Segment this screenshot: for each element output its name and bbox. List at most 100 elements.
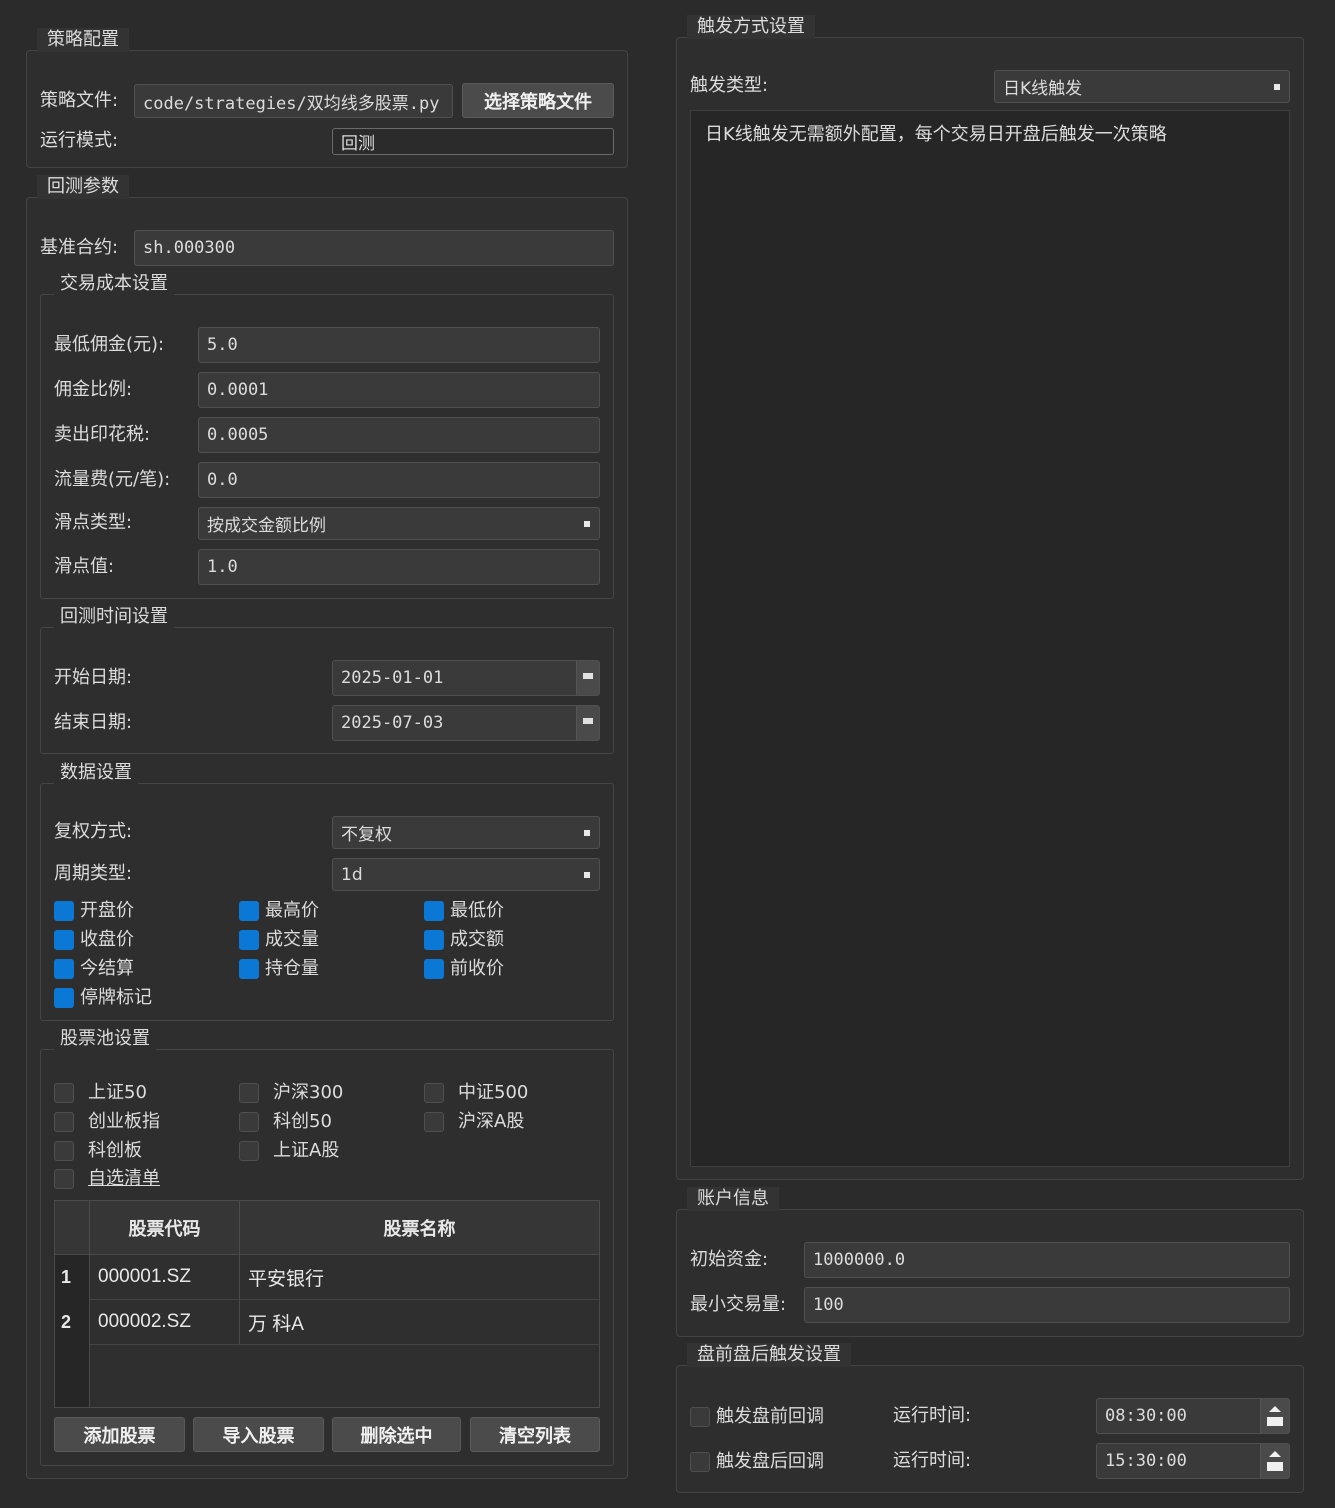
pool-checkbox[interactable]: 科创50 bbox=[239, 1110, 332, 1134]
post-market-checkbox[interactable]: 触发盘后回调 bbox=[690, 1450, 824, 1474]
run-mode-field[interactable]: 回测 bbox=[332, 128, 614, 155]
stock-table[interactable]: 股票代码 股票名称 1 000001.SZ 平安银行 2 000002.SZ 万… bbox=[54, 1200, 600, 1408]
clear-list-button[interactable]: 清空列表 bbox=[470, 1417, 600, 1452]
slippage-type-combobox[interactable]: 按成交金额比例 bbox=[198, 507, 600, 540]
pre-run-time-label: 运行时间: bbox=[893, 1405, 972, 1426]
pool-checkbox-watchlist[interactable]: 自选清单 bbox=[54, 1167, 160, 1191]
checkbox-checked-icon bbox=[54, 988, 74, 1008]
checkbox-unchecked-icon bbox=[54, 1083, 74, 1103]
field-checkbox[interactable]: 最高价 bbox=[239, 899, 319, 923]
spin-up-down-icon bbox=[1267, 1451, 1283, 1471]
dropdown-arrow-icon bbox=[584, 871, 590, 878]
trigger-type-combobox[interactable]: 日K线触发 bbox=[994, 70, 1290, 103]
field-checkbox[interactable]: 最低价 bbox=[424, 899, 504, 923]
table-cell-code[interactable]: 000002.SZ bbox=[90, 1300, 240, 1345]
field-checkbox[interactable]: 成交额 bbox=[424, 928, 504, 952]
end-date-field[interactable]: 2025-07-03 bbox=[332, 705, 600, 741]
checkbox-unchecked-icon bbox=[690, 1407, 710, 1427]
pool-checkbox[interactable]: 上证50 bbox=[54, 1081, 147, 1105]
checkbox-label: 自选清单 bbox=[88, 1168, 160, 1189]
benchmark-label: 基准合约: bbox=[40, 237, 119, 258]
checkbox-checked-icon bbox=[54, 930, 74, 950]
delete-selected-button[interactable]: 删除选中 bbox=[332, 1417, 461, 1452]
choose-strategy-file-button[interactable]: 选择策略文件 bbox=[462, 83, 614, 118]
checkbox-label: 成交量 bbox=[265, 929, 319, 950]
end-date-value: 2025-07-03 bbox=[341, 713, 444, 733]
pool-checkbox[interactable]: 沪深A股 bbox=[424, 1110, 524, 1134]
post-run-time-value: 15:30:00 bbox=[1105, 1451, 1187, 1471]
stock-pool-title: 股票池设置 bbox=[54, 1027, 156, 1051]
trigger-description-text: 日K线触发无需额外配置，每个交易日开盘后触发一次策略 bbox=[705, 124, 1167, 145]
account-info-title: 账户信息 bbox=[687, 1187, 779, 1211]
pool-checkbox[interactable]: 创业板指 bbox=[54, 1110, 160, 1134]
checkbox-unchecked-icon bbox=[690, 1452, 710, 1472]
flow-fee-field[interactable]: 0.0 bbox=[198, 462, 600, 498]
checkbox-label: 沪深A股 bbox=[458, 1111, 525, 1132]
table-cell-code[interactable]: 000001.SZ bbox=[90, 1255, 240, 1300]
checkbox-label: 触发盘后回调 bbox=[716, 1451, 824, 1472]
checkbox-checked-icon bbox=[54, 959, 74, 979]
strategy-config-title: 策略配置 bbox=[37, 28, 129, 52]
stamp-tax-label: 卖出印花税: bbox=[54, 424, 151, 445]
post-run-time-label: 运行时间: bbox=[893, 1450, 972, 1471]
field-checkbox[interactable]: 前收价 bbox=[424, 957, 504, 981]
pool-checkbox[interactable]: 中证500 bbox=[424, 1081, 528, 1105]
field-checkbox[interactable]: 收盘价 bbox=[54, 928, 134, 952]
adjust-label: 复权方式: bbox=[54, 821, 133, 842]
benchmark-field[interactable]: sh.000300 bbox=[134, 230, 614, 266]
checkbox-unchecked-icon bbox=[424, 1112, 444, 1132]
initial-capital-field[interactable]: 1000000.0 bbox=[804, 1242, 1290, 1278]
add-stock-button[interactable]: 添加股票 bbox=[54, 1417, 185, 1452]
adjust-combobox[interactable]: 不复权 bbox=[332, 816, 600, 849]
spinbox-arrows-icon[interactable] bbox=[1260, 1444, 1289, 1478]
checkbox-label: 创业板指 bbox=[88, 1111, 160, 1132]
spinbox-arrows-icon[interactable] bbox=[1260, 1399, 1289, 1433]
dropdown-arrow-icon bbox=[584, 829, 590, 836]
start-date-field[interactable]: 2025-01-01 bbox=[332, 660, 600, 696]
checkbox-label: 停牌标记 bbox=[80, 987, 152, 1008]
checkbox-label: 上证50 bbox=[88, 1082, 147, 1103]
table-header-name[interactable]: 股票名称 bbox=[240, 1201, 599, 1255]
min-commission-field[interactable]: 5.0 bbox=[198, 327, 600, 363]
pool-checkbox[interactable]: 上证A股 bbox=[239, 1139, 339, 1163]
row-number[interactable]: 1 bbox=[55, 1255, 77, 1300]
checkbox-label: 最低价 bbox=[450, 900, 504, 921]
period-combobox[interactable]: 1d bbox=[332, 858, 600, 891]
checkbox-checked-icon bbox=[239, 959, 259, 979]
checkbox-label: 科创50 bbox=[273, 1111, 332, 1132]
field-checkbox[interactable]: 成交量 bbox=[239, 928, 319, 952]
slippage-type-label: 滑点类型: bbox=[54, 512, 133, 533]
row-number[interactable]: 2 bbox=[55, 1300, 77, 1345]
slippage-value-field[interactable]: 1.0 bbox=[198, 549, 600, 585]
pool-checkbox[interactable]: 科创板 bbox=[54, 1139, 142, 1163]
field-checkbox[interactable]: 今结算 bbox=[54, 957, 134, 981]
stamp-tax-field[interactable]: 0.0005 bbox=[198, 417, 600, 453]
pool-checkbox[interactable]: 沪深300 bbox=[239, 1081, 343, 1105]
table-cell-name[interactable]: 平安银行 bbox=[240, 1255, 599, 1300]
checkbox-label: 今结算 bbox=[80, 958, 134, 979]
trigger-type-value: 日K线触发 bbox=[1003, 79, 1083, 99]
field-checkbox[interactable]: 开盘价 bbox=[54, 899, 134, 923]
checkbox-checked-icon bbox=[424, 959, 444, 979]
checkbox-label: 收盘价 bbox=[80, 929, 134, 950]
calendar-dropdown-icon[interactable] bbox=[576, 661, 599, 695]
field-checkbox[interactable]: 停牌标记 bbox=[54, 986, 152, 1010]
pre-run-time-value: 08:30:00 bbox=[1105, 1406, 1187, 1426]
checkbox-label: 开盘价 bbox=[80, 900, 134, 921]
import-stock-button[interactable]: 导入股票 bbox=[193, 1417, 324, 1452]
commission-rate-field[interactable]: 0.0001 bbox=[198, 372, 600, 408]
pre-market-checkbox[interactable]: 触发盘前回调 bbox=[690, 1405, 824, 1429]
min-volume-field[interactable]: 100 bbox=[804, 1287, 1290, 1323]
table-cell-name[interactable]: 万 科A bbox=[240, 1300, 599, 1345]
strategy-file-label: 策略文件: bbox=[40, 90, 119, 111]
calendar-dropdown-icon[interactable] bbox=[576, 706, 599, 740]
pre-run-time-field[interactable]: 08:30:00 bbox=[1096, 1398, 1290, 1434]
checkbox-unchecked-icon bbox=[54, 1112, 74, 1132]
strategy-file-field[interactable]: code/strategies/双均线多股票.py bbox=[134, 84, 453, 118]
trigger-settings-title: 触发方式设置 bbox=[687, 15, 815, 39]
table-header-code[interactable]: 股票代码 bbox=[90, 1201, 240, 1255]
commission-rate-label: 佣金比例: bbox=[54, 379, 133, 400]
post-run-time-field[interactable]: 15:30:00 bbox=[1096, 1443, 1290, 1479]
start-date-value: 2025-01-01 bbox=[341, 668, 444, 688]
field-checkbox[interactable]: 持仓量 bbox=[239, 957, 319, 981]
